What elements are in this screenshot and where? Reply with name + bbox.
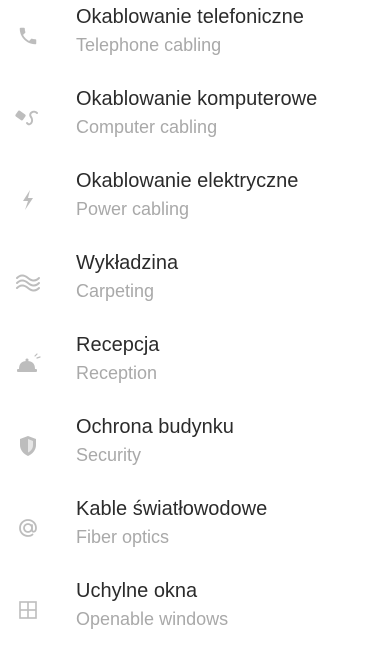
amenity-subtitle: Carpeting [76,281,155,301]
amenity-title: Ochrona budynku [76,416,234,438]
phone-icon [14,22,42,50]
amenity-title: Uchylne okna [76,580,198,602]
waves-icon [14,268,42,296]
amenity-item-openable-windows: Uchylne okna Openable windows [0,574,380,644]
amenity-subtitle: Reception [76,363,158,383]
lightning-icon [14,186,42,214]
amenity-title: Wykładzina [76,252,179,274]
amenities-list: Okablowanie telefoniczne Telephone cabli… [0,0,380,646]
amenity-title: Kable światłowodowe [76,498,268,520]
amenity-subtitle: Telephone cabling [76,35,222,55]
amenity-item-power-cabling: Okablowanie elektryczne Power cabling [0,164,380,234]
shield-icon [14,432,42,460]
amenity-subtitle: Fiber optics [76,527,170,547]
amenity-title: Okablowanie elektryczne [76,170,299,192]
amenity-item-security: Ochrona budynku Security [0,410,380,480]
amenity-subtitle: Computer cabling [76,117,218,137]
amenity-title: Recepcja [76,334,160,356]
amenity-item-fiber-optics: Kable światłowodowe Fiber optics [0,492,380,562]
window-icon [14,596,42,624]
amenity-item-telephone-cabling: Okablowanie telefoniczne Telephone cabli… [0,0,380,70]
network-cable-icon [14,104,42,132]
amenity-item-reception: Recepcja Reception [0,328,380,398]
amenity-subtitle: Openable windows [76,609,229,629]
amenity-item-computer-cabling: Okablowanie komputerowe Computer cabling [0,82,380,152]
reception-bell-icon [14,350,42,378]
amenity-title: Okablowanie komputerowe [76,88,318,110]
amenity-subtitle: Power cabling [76,199,190,219]
amenity-subtitle: Security [76,445,142,465]
amenity-title: Okablowanie telefoniczne [76,6,304,28]
at-sign-icon [14,514,42,542]
amenity-item-carpeting: Wykładzina Carpeting [0,246,380,316]
